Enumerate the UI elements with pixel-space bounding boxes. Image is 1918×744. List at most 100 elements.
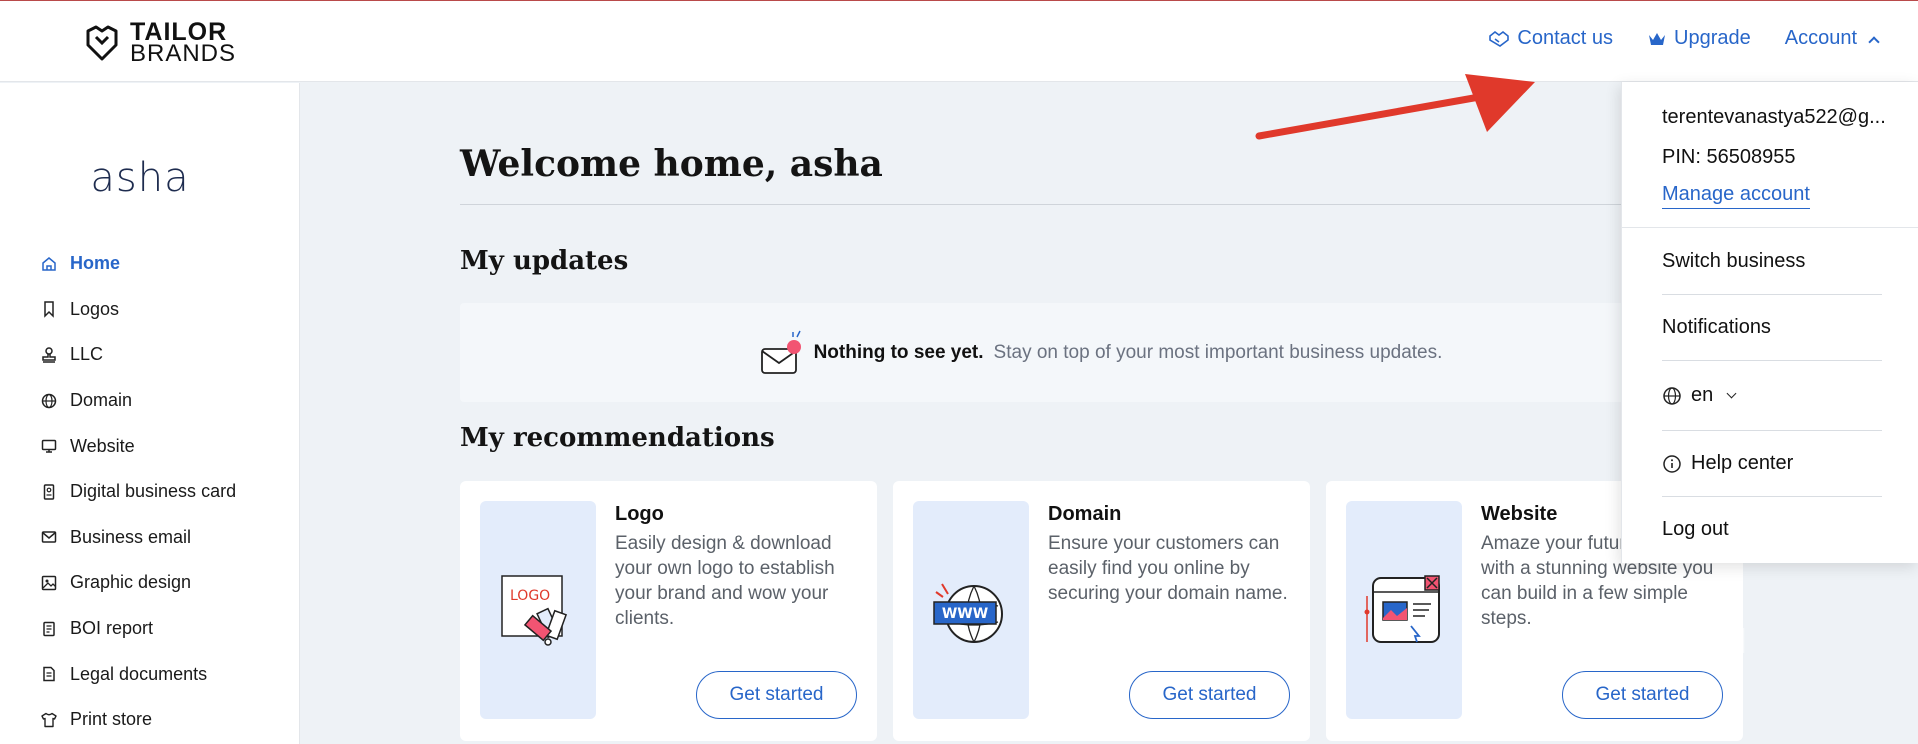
notifications-label: Notifications: [1662, 316, 1771, 338]
menu-divider: [1662, 360, 1882, 361]
logo-text-brands: BRANDS: [130, 40, 237, 67]
tailor-brands-logo[interactable]: TAILOR BRANDS: [82, 20, 237, 67]
language-selector[interactable]: en: [1662, 384, 1737, 407]
website-builder-icon: [1364, 575, 1440, 643]
recommendation-card-domain: WWW Domain Ensure your customers can eas…: [893, 481, 1310, 741]
upgrade-link[interactable]: Upgrade: [1647, 27, 1751, 50]
sidebar-item-label: LLC: [70, 344, 104, 365]
logo-icon: [86, 25, 118, 61]
help-center-label: Help center: [1691, 452, 1794, 474]
switch-business-label: Switch business: [1662, 250, 1806, 272]
log-out-label: Log out: [1662, 518, 1729, 540]
report-icon: [43, 621, 55, 636]
sidebar: asha Home Logos LLC Domain Website Digit…: [0, 83, 300, 744]
sidebar-item-label: Graphic design: [70, 572, 192, 593]
www-illustration-text: WWW: [942, 606, 988, 622]
account-dropdown-menu: terentevanastya522@g... PIN: 56508955 Ma…: [1621, 82, 1918, 563]
crown-icon: [1649, 32, 1666, 45]
get-started-website-button[interactable]: Get started: [1562, 671, 1723, 719]
info-icon: [1663, 454, 1681, 473]
sidebar-item-boi-report[interactable]: BOI report: [40, 606, 236, 652]
title-divider: [460, 204, 1740, 205]
sidebar-item-legal-documents[interactable]: Legal documents: [40, 651, 236, 697]
chevron-up-icon: [1868, 35, 1880, 48]
sidebar-item-print-store[interactable]: Print store: [40, 697, 236, 743]
menu-divider: [1662, 294, 1882, 295]
logo-illustration: LOGO: [480, 501, 596, 719]
website-illustration: [1346, 501, 1462, 719]
menu-divider: [1662, 430, 1882, 431]
sidebar-item-label: Business email: [70, 526, 192, 547]
stamp-icon: [42, 347, 56, 363]
sidebar-item-label: BOI report: [70, 618, 154, 639]
chevron-down-icon: [1726, 388, 1737, 399]
page-title: Welcome home, asha: [460, 143, 883, 185]
upgrade-label: Upgrade: [1674, 27, 1751, 49]
card-description: Easily design & download your own logo t…: [615, 533, 835, 629]
www-globe-icon: WWW: [933, 583, 1003, 643]
sidebar-item-label: Digital business card: [70, 481, 237, 502]
updates-heading: My updates: [460, 246, 629, 276]
sidebar-item-label: Legal documents: [70, 663, 208, 684]
sidebar-item-label: Website: [70, 435, 135, 456]
sidebar-item-logos[interactable]: Logos: [40, 287, 236, 333]
updates-empty-text: Stay on top of your most important busin…: [993, 341, 1443, 363]
sidebar-item-business-email[interactable]: Business email: [40, 515, 236, 561]
globe-icon: [41, 393, 57, 408]
manage-account-link[interactable]: Manage account: [1662, 183, 1810, 209]
contact-us-link[interactable]: Contact us: [1488, 27, 1613, 50]
sidebar-item-digital-business-card[interactable]: Digital business card: [40, 469, 236, 515]
recommendation-card-logo: LOGO Logo Easily design & download your …: [460, 481, 877, 741]
watermark: ПАРТНЕРКИН: [1488, 620, 1750, 661]
top-nav: Contact us Upgrade Account: [1488, 27, 1880, 50]
card-title: Logo: [615, 503, 664, 525]
logo-design-icon: LOGO: [501, 575, 568, 646]
sidebar-item-label: Domain: [70, 390, 133, 411]
id-card-icon: [43, 484, 55, 500]
menu-divider: [1662, 496, 1882, 497]
log-out-item[interactable]: Log out: [1662, 518, 1729, 541]
sidebar-item-website[interactable]: Website: [40, 423, 236, 469]
card-title: Website: [1481, 503, 1558, 525]
sidebar-item-llc[interactable]: LLC: [40, 332, 236, 378]
card-title: Domain: [1048, 503, 1122, 525]
account-menu-toggle[interactable]: Account: [1784, 27, 1880, 50]
mail-icon: [41, 531, 57, 544]
sidebar-item-label: Logos: [70, 298, 120, 319]
sidebar-item-label: Print store: [70, 709, 153, 730]
handshake-icon: [1489, 30, 1510, 47]
contact-us-label: Contact us: [1517, 27, 1614, 49]
bookmark-icon: [44, 301, 54, 319]
menu-divider: [1622, 227, 1918, 228]
card-description: Ensure your customers can easily find yo…: [1048, 533, 1288, 604]
updates-empty-title: Nothing to see yet.: [813, 341, 984, 363]
domain-illustration: WWW: [913, 501, 1029, 719]
sidebar-item-label: Home: [70, 253, 121, 274]
tshirt-icon: [41, 712, 57, 727]
envelope-notification-icon: [760, 330, 801, 374]
home-icon: [42, 256, 56, 271]
image-icon: [41, 575, 57, 591]
get-started-logo-button[interactable]: Get started: [696, 671, 857, 719]
sidebar-item-home[interactable]: Home: [40, 241, 236, 287]
logo-illustration-text: LOGO: [510, 588, 550, 604]
sidebar-nav: Home Logos LLC Domain Website Digital bu…: [40, 241, 236, 743]
globe-icon: [1663, 386, 1681, 405]
document-icon: [43, 666, 55, 682]
recommendations-heading: My recommendations: [460, 423, 775, 453]
annotation-arrow: [1255, 74, 1535, 140]
account-label: Account: [1784, 27, 1857, 49]
help-center-item[interactable]: Help center: [1662, 452, 1793, 475]
language-label: en: [1691, 384, 1714, 406]
business-name: asha: [90, 155, 190, 201]
account-pin: PIN: 56508955: [1662, 146, 1796, 168]
updates-panel: Nothing to see yet. Stay on top of your …: [460, 303, 1740, 402]
sidebar-item-graphic-design[interactable]: Graphic design: [40, 560, 236, 606]
sidebar-item-domain[interactable]: Domain: [40, 378, 236, 424]
top-header: TAILOR BRANDS Contact us Upgrade Account: [0, 1, 1918, 82]
notifications-item[interactable]: Notifications: [1662, 316, 1771, 339]
account-email: terentevanastya522@g...: [1662, 106, 1886, 128]
switch-business-item[interactable]: Switch business: [1662, 250, 1805, 273]
monitor-icon: [41, 439, 57, 453]
get-started-domain-button[interactable]: Get started: [1129, 671, 1290, 719]
